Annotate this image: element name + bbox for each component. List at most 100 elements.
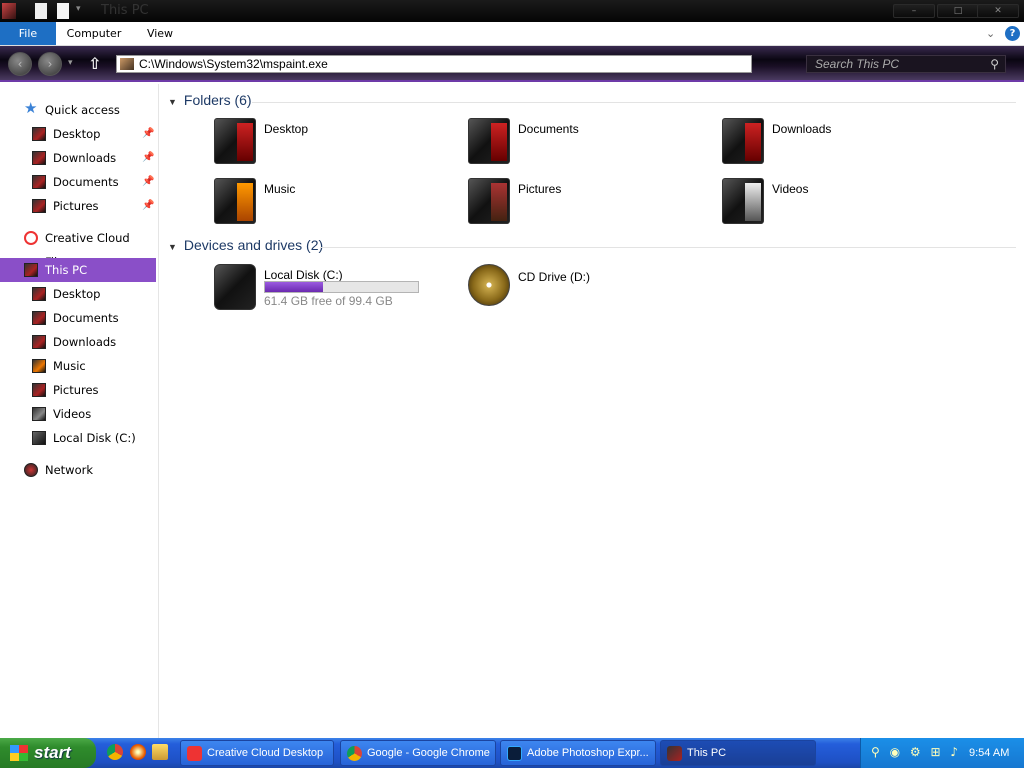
tray-icons[interactable]: ⚲ ◉ ⚙ ⊞ ♪ [871,745,961,759]
ribbon-tabs: File Computer View ⌄ ? [0,22,1024,46]
computer-icon [24,263,38,277]
task-label: Adobe Photoshop Expr... [527,747,649,759]
start-button[interactable]: start [0,738,96,768]
nav-pc-videos[interactable]: Videos [0,402,156,426]
task-photoshop[interactable]: Adobe Photoshop Expr... [500,740,656,766]
task-creative-cloud[interactable]: Creative Cloud Desktop [180,740,334,766]
tab-view[interactable]: View [140,22,180,45]
folder-name: Desktop [264,122,309,136]
nav-quick-access[interactable]: ★ Quick access [0,98,156,122]
minimize-button[interactable]: – [893,4,935,18]
recent-locations-chevron-icon[interactable]: ▾ [68,58,73,68]
cd-drive-icon [468,264,510,306]
folder-pictures[interactable]: Pictures [468,178,708,234]
nav-pc-pictures[interactable]: Pictures [0,378,156,402]
folder-name: Videos [772,182,809,196]
back-button[interactable]: ‹ [8,52,32,76]
tab-computer[interactable]: Computer [64,22,124,45]
task-this-pc[interactable]: This PC [660,740,816,766]
photoshop-icon [507,746,522,761]
task-chrome[interactable]: Google - Google Chrome [340,740,496,766]
drive-icon [32,431,46,445]
clock[interactable]: 9:54 AM [969,738,1009,768]
nav-label: Local Disk (C:) [53,431,136,445]
computer-icon [667,746,682,761]
system-tray: ⚲ ◉ ⚙ ⊞ ♪ 9:54 AM [860,738,1024,768]
folders-group-header[interactable]: ▼ Folders (6) [168,92,1016,112]
documents-folder-icon [32,311,46,325]
address-toolbar: ‹ › ▾ ⇧ C:\Windows\System32\mspaint.exe … [0,46,1024,82]
nav-label: Documents [53,175,119,189]
pictures-folder-icon [32,383,46,397]
nav-label: Music [53,359,86,373]
hard-drive-icon [214,264,256,310]
tab-file[interactable]: File [0,22,56,45]
app-icon[interactable] [2,3,16,19]
nav-this-pc[interactable]: This PC [0,258,156,282]
windows-flag-icon [10,745,28,761]
nav-qa-pictures[interactable]: Pictures 📌 [0,194,156,218]
star-icon: ★ [24,99,38,117]
start-label: start [34,743,71,762]
nav-qa-downloads[interactable]: Downloads 📌 [0,146,156,170]
nav-pc-desktop[interactable]: Desktop [0,282,156,306]
documents-folder-icon [32,175,46,189]
nav-qa-desktop[interactable]: Desktop 📌 [0,122,156,146]
task-label: Creative Cloud Desktop [207,747,324,759]
chrome-icon [347,746,362,761]
firefox-quicklaunch-icon[interactable] [130,744,146,760]
nav-label: Desktop [53,287,101,301]
maximize-button[interactable]: □ [937,4,979,18]
explorer-quicklaunch-icon[interactable] [152,744,168,760]
nav-label: Documents [53,311,119,325]
downloads-folder-icon [722,118,764,164]
new-folder-icon[interactable] [57,3,69,19]
drive-name: Local Disk (C:) [264,268,343,282]
chrome-quicklaunch-icon[interactable] [107,744,123,760]
drive-cd-d[interactable]: CD Drive (D:) [468,264,708,320]
nav-pc-documents[interactable]: Documents [0,306,156,330]
nav-pc-downloads[interactable]: Downloads [0,330,156,354]
nav-pc-music[interactable]: Music [0,354,156,378]
nav-creative-cloud[interactable]: Creative Cloud Files [0,226,156,269]
downloads-folder-icon [32,335,46,349]
music-folder-icon [214,178,256,224]
drives-group-header[interactable]: ▼ Devices and drives (2) [168,237,1016,257]
collapse-caret-icon[interactable]: ▼ [168,97,180,107]
folder-downloads[interactable]: Downloads [722,118,962,174]
help-button[interactable]: ? [1005,26,1020,41]
videos-folder-icon [32,407,46,421]
task-label: Google - Google Chrome [367,747,490,759]
folder-videos[interactable]: Videos [722,178,962,234]
address-input[interactable]: C:\Windows\System32\mspaint.exe [116,55,752,73]
folder-music[interactable]: Music [214,178,454,234]
desktop-folder-icon [214,118,256,164]
nav-network[interactable]: Network [0,458,156,482]
properties-icon[interactable] [35,3,47,19]
close-button[interactable]: ✕ [977,4,1019,18]
expand-ribbon-chevron-icon[interactable]: ⌄ [986,27,995,40]
desktop-folder-icon [32,287,46,301]
search-icon[interactable]: ⚲ [990,56,999,72]
pin-icon[interactable]: 📌 [142,170,154,194]
desktop-folder-icon [32,127,46,141]
videos-folder-icon [722,178,764,224]
search-input[interactable]: Search This PC ⚲ [806,55,1006,73]
folder-desktop[interactable]: Desktop [214,118,454,174]
nav-qa-documents[interactable]: Documents 📌 [0,170,156,194]
folder-name: Music [264,182,296,196]
nav-label: Videos [53,407,92,421]
pin-icon[interactable]: 📌 [142,194,154,218]
collapse-caret-icon[interactable]: ▼ [168,242,180,252]
customize-qat-chevron-icon[interactable]: ▾ [76,4,81,14]
pin-icon[interactable]: 📌 [142,146,154,170]
folder-documents[interactable]: Documents [468,118,708,174]
pin-icon[interactable]: 📌 [142,122,154,146]
window-title: This PC [101,3,149,18]
disk-usage-fill [265,282,324,292]
title-bar: ▾ This PC – □ ✕ [0,0,1024,22]
forward-button[interactable]: › [38,52,62,76]
nav-pc-local-disk[interactable]: Local Disk (C:) [0,426,156,450]
up-arrow-icon[interactable]: ⇧ [88,54,101,73]
nav-label: Pictures [53,383,99,397]
